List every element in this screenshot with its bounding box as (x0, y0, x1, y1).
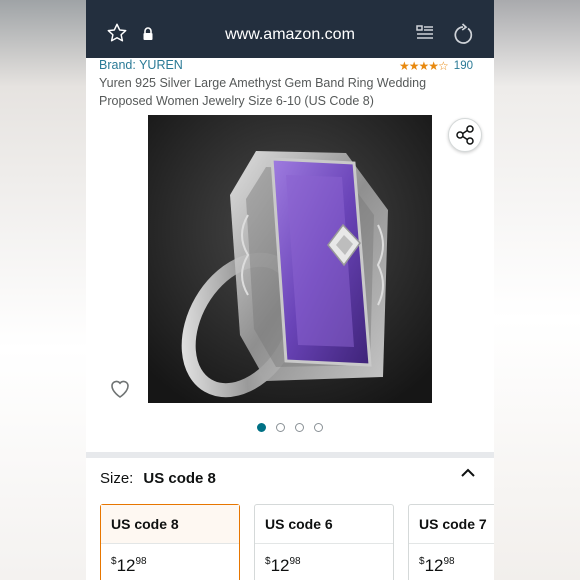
reload-icon[interactable] (452, 23, 474, 45)
rating-count[interactable]: 190 (454, 60, 473, 72)
background-right (494, 0, 580, 580)
background-left (0, 0, 86, 580)
size-option-price: $1298 (265, 556, 301, 575)
size-option-price: $1298 (111, 556, 147, 575)
size-selector-header[interactable]: Size: US code 8 (100, 470, 216, 487)
size-option-us-code-8[interactable]: US code 8 $1298 (100, 504, 240, 580)
share-button[interactable] (448, 118, 482, 152)
ring-illustration (148, 115, 432, 403)
heart-icon[interactable] (108, 376, 132, 400)
carousel-dot[interactable] (276, 423, 285, 432)
carousel-dot[interactable] (314, 423, 323, 432)
chevron-up-icon[interactable] (461, 468, 475, 478)
image-carousel-dots (257, 423, 323, 432)
size-option-price: $1298 (419, 556, 455, 575)
carousel-dot[interactable] (257, 423, 266, 432)
rating-stars[interactable]: ★★★★ ☆ 190 (399, 59, 473, 73)
brand-link[interactable]: Brand: YUREN (99, 58, 183, 72)
product-title: Yuren 925 Silver Large Amethyst Gem Band… (99, 76, 427, 108)
size-option-name: US code 8 (101, 505, 239, 544)
carousel-dot[interactable] (295, 423, 304, 432)
half-star-icon: ☆ (438, 59, 449, 73)
reader-icon[interactable] (416, 24, 434, 42)
size-option-name: US code 6 (255, 505, 393, 544)
size-option-us-code-6[interactable]: US code 6 $1298 (254, 504, 394, 580)
size-option-us-code-7[interactable]: US code 7 $1298 (408, 504, 494, 580)
section-divider (86, 452, 494, 458)
share-icon (456, 125, 474, 145)
browser-url-bar: www.amazon.com (86, 0, 494, 58)
product-image[interactable] (148, 115, 432, 403)
selected-size: US code 8 (143, 470, 216, 487)
size-label: Size: (100, 470, 134, 487)
star-icon: ★★★★ (399, 59, 439, 73)
phone-screen: www.amazon.com Brand: YUREN ★★★★ ☆ 190 Y… (86, 0, 494, 580)
size-option-name: US code 7 (409, 505, 494, 544)
